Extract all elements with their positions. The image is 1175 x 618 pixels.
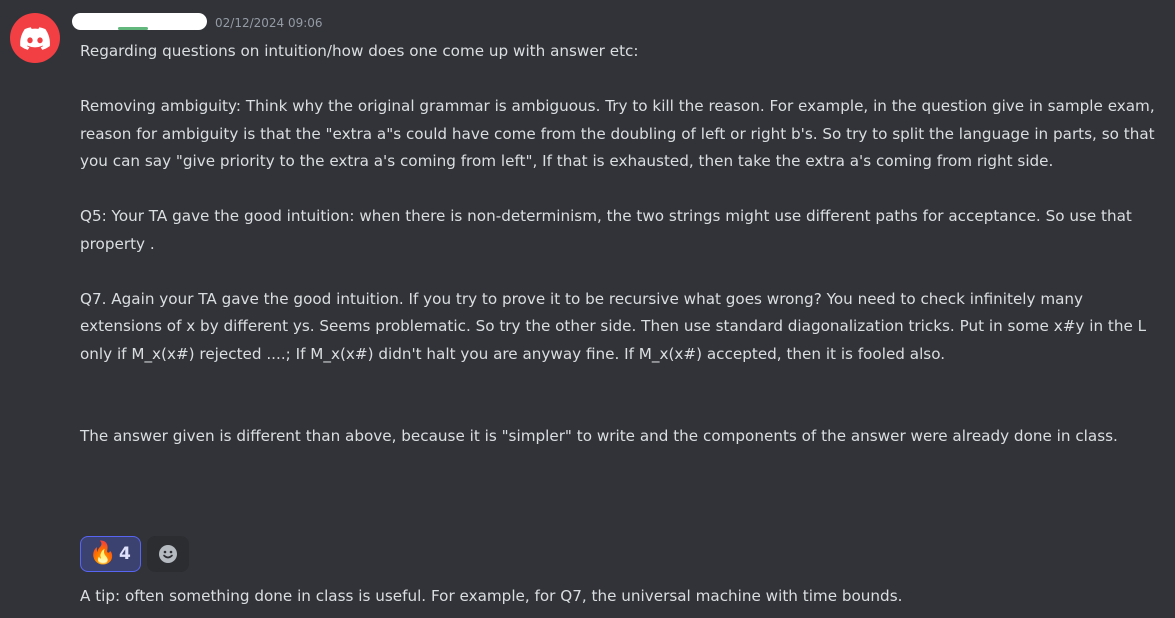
reaction-count: 4 <box>119 544 131 564</box>
message-paragraph-q7: Q7. Again your TA gave the good intuitio… <box>80 289 1147 363</box>
smiley-icon <box>159 545 177 563</box>
discord-logo-icon <box>20 26 50 50</box>
avatar[interactable] <box>10 13 60 63</box>
message-paragraph-intro: Regarding questions on intuition/how doe… <box>80 42 639 60</box>
message-paragraph-q5: Q5: Your TA gave the good intuition: whe… <box>80 207 1132 253</box>
add-reaction-button[interactable] <box>147 536 189 572</box>
message-paragraph-ambiguity: Removing ambiguity: Think why the origin… <box>80 97 1155 170</box>
reactions-bar: 🔥 4 <box>80 536 189 572</box>
message-timestamp: 02/12/2024 09:06 <box>215 16 323 30</box>
reaction-fire[interactable]: 🔥 4 <box>80 536 141 572</box>
fire-emoji-icon: 🔥 <box>89 541 117 566</box>
message-content: Regarding questions on intuition/how doe… <box>80 38 1160 451</box>
message-paragraph-answer: The answer given is different than above… <box>80 427 1118 445</box>
followup-message-text: A tip: often something done in class is … <box>80 587 903 605</box>
author-name-fragment <box>118 27 148 30</box>
